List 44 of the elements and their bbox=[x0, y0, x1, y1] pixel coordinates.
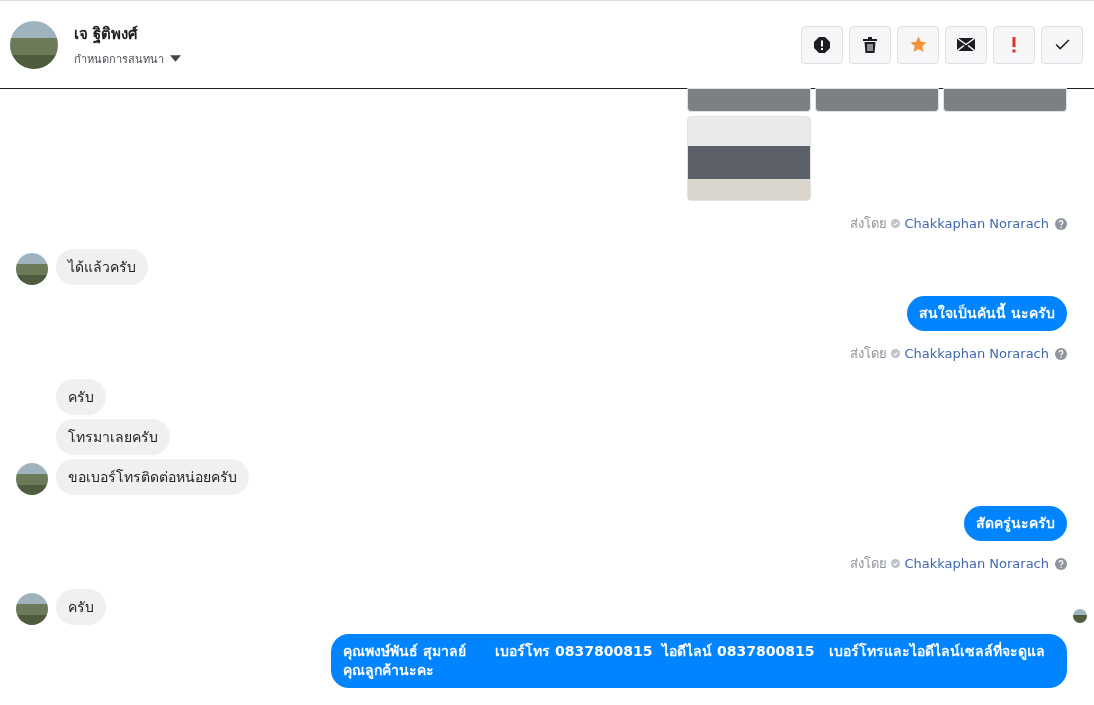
sender-avatar bbox=[16, 463, 48, 495]
outgoing-message: สนใจเป็นคันนี้ นะครับ bbox=[907, 296, 1067, 331]
delete-button[interactable] bbox=[849, 25, 891, 64]
check-circle-icon bbox=[891, 349, 901, 358]
seen-avatar bbox=[1073, 609, 1087, 623]
sent-by-label: ส่งโดย bbox=[850, 345, 888, 363]
star-icon bbox=[909, 36, 927, 53]
photo-placeholder[interactable] bbox=[687, 88, 811, 112]
check-circle-icon bbox=[891, 559, 901, 568]
envelope-icon bbox=[957, 38, 975, 51]
exclamation-icon bbox=[1012, 36, 1016, 53]
photo-placeholder[interactable] bbox=[687, 116, 811, 201]
important-button[interactable] bbox=[993, 25, 1035, 64]
sender-name-link[interactable]: Chakkaphan Norarach bbox=[904, 556, 1049, 571]
sender-name-link[interactable]: Chakkaphan Norarach bbox=[904, 216, 1049, 231]
conversation-settings-dropdown[interactable]: กำหนดการสนทนา bbox=[74, 49, 181, 68]
sender-avatar bbox=[16, 253, 48, 285]
profile-avatar bbox=[10, 20, 58, 69]
photo-placeholder[interactable] bbox=[943, 88, 1067, 112]
sender-name-link[interactable]: Chakkaphan Norarach bbox=[904, 346, 1049, 361]
sender-avatar bbox=[16, 593, 48, 625]
mail-button[interactable] bbox=[945, 25, 987, 64]
check-icon bbox=[1054, 39, 1070, 50]
trash-icon bbox=[863, 36, 877, 53]
sent-by-label: ส่งโดย bbox=[850, 215, 888, 233]
exclamation-octagon-icon bbox=[814, 36, 830, 53]
outgoing-message: คุณพงษ์พันธ์ สุมาลย์ เบอร์โทร 0837800815 ไอดีไลน์ 0837800815 เบอร์โทรและไอดีไลน์เซลล์ที่จะดูแลคุณลูกค้านะคะ bbox=[331, 634, 1067, 688]
done-button[interactable] bbox=[1041, 25, 1083, 64]
help-icon[interactable] bbox=[1055, 217, 1067, 230]
check-circle-icon bbox=[891, 219, 901, 228]
star-button[interactable] bbox=[897, 25, 939, 64]
sent-by-label: ส่งโดย bbox=[850, 555, 888, 573]
contact-name: เจ ฐิติพงศ์ bbox=[74, 23, 140, 46]
incoming-message: โทรมาเลยครับ bbox=[56, 419, 170, 455]
incoming-message: ได้แล้วครับ bbox=[56, 249, 148, 285]
help-icon[interactable] bbox=[1055, 347, 1067, 360]
report-button[interactable] bbox=[801, 25, 843, 64]
incoming-message: ขอเบอร์โทรติดต่อหน่อยครับ bbox=[56, 459, 249, 495]
incoming-message: ครับ bbox=[56, 379, 106, 415]
help-icon[interactable] bbox=[1055, 557, 1067, 570]
photo-placeholder[interactable] bbox=[815, 88, 939, 112]
outgoing-message: สัดครู่นะครับ bbox=[964, 506, 1067, 541]
incoming-message: ครับ bbox=[56, 589, 106, 625]
caret-icon bbox=[170, 55, 181, 62]
